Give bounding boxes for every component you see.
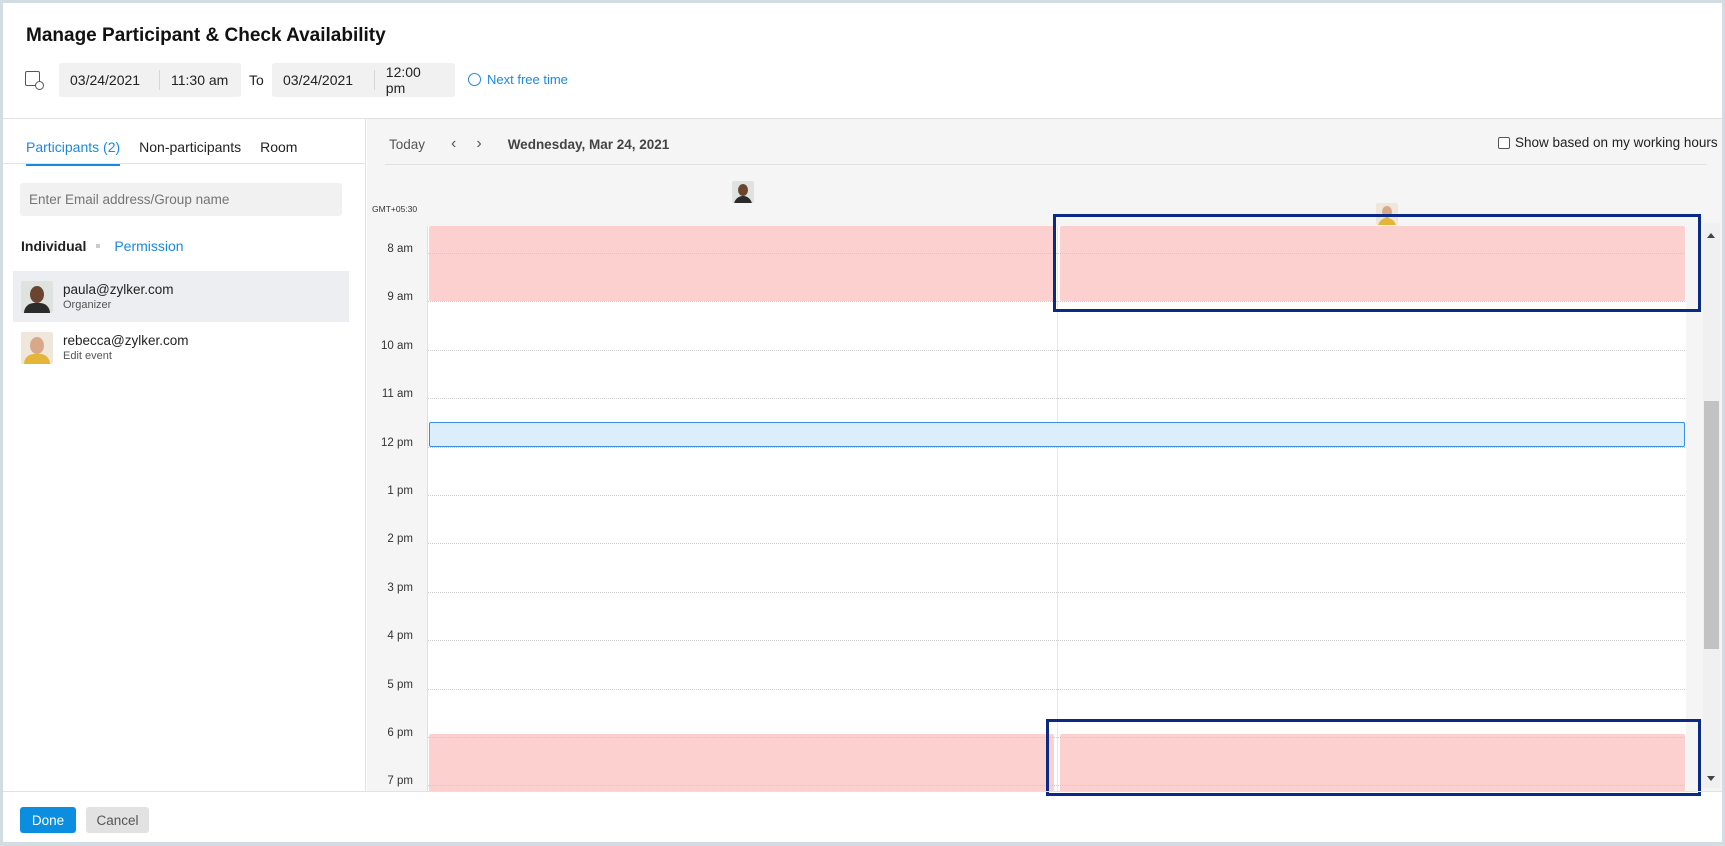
busy-block xyxy=(429,226,1054,301)
separator-dot xyxy=(96,244,101,248)
hour-label: 11 am xyxy=(381,388,413,401)
calendar-toolbar: Today ‹ › Wednesday, Mar 24, 2021 xyxy=(389,135,669,153)
prev-day-icon[interactable]: ‹ xyxy=(451,135,456,153)
hour-label: 7 pm xyxy=(387,775,413,788)
hour-line xyxy=(428,688,1686,690)
view-subtabs: Individual Permission xyxy=(21,238,184,254)
to-label: To xyxy=(249,72,264,88)
divider xyxy=(3,791,1722,792)
hour-label: 6 pm xyxy=(387,727,413,739)
subtab-individual[interactable]: Individual xyxy=(21,238,86,254)
hour-label: 10 am xyxy=(381,339,413,352)
hour-line xyxy=(428,349,1686,351)
highlight-box-morning xyxy=(1053,214,1701,312)
avatar xyxy=(21,280,53,313)
current-event-block[interactable] xyxy=(429,422,1685,447)
end-datetime[interactable]: 03/24/2021 12:00 pm xyxy=(272,63,455,97)
scroll-down-icon[interactable] xyxy=(1707,776,1715,781)
participant-role: Organizer xyxy=(63,299,112,311)
dialog: Manage Participant & Check Availability … xyxy=(3,3,1722,842)
email-search-input[interactable] xyxy=(20,183,342,216)
scroll-up-icon[interactable] xyxy=(1707,233,1715,238)
hour-label: 3 pm xyxy=(387,581,413,594)
hour-line xyxy=(428,640,1686,642)
calendar-clock-icon xyxy=(25,71,44,90)
search-clock-icon xyxy=(468,73,481,86)
hour-line xyxy=(428,591,1686,593)
tab-non-participants[interactable]: Non-participants xyxy=(139,139,241,166)
next-day-icon[interactable]: › xyxy=(476,135,481,153)
hour-label: 5 pm xyxy=(387,678,413,691)
busy-block xyxy=(429,734,1054,791)
start-date[interactable]: 03/24/2021 xyxy=(59,72,159,88)
hour-label: 2 pm xyxy=(387,533,413,546)
tab-participants[interactable]: Participants (2) xyxy=(26,139,121,166)
today-button[interactable]: Today xyxy=(389,137,425,152)
participant-row[interactable]: paula@zylker.com Organizer xyxy=(13,271,349,322)
avatar xyxy=(21,331,53,364)
divider xyxy=(3,163,366,164)
divider xyxy=(385,164,1707,165)
hour-line xyxy=(428,495,1686,496)
next-free-time-label: Next free time xyxy=(487,72,568,87)
participant-tabs: Participants (2) Non-participants Room xyxy=(26,139,297,166)
vertical-scrollbar[interactable] xyxy=(1703,223,1720,788)
timezone-label: GMT+05:30 xyxy=(372,204,418,214)
dialog-title: Manage Participant & Check Availability xyxy=(26,25,386,46)
end-date[interactable]: 03/24/2021 xyxy=(272,72,374,88)
hour-label: 12 pm xyxy=(381,436,413,449)
hour-line xyxy=(428,398,1686,400)
hour-label: 4 pm xyxy=(387,630,413,643)
avatar-paula xyxy=(732,181,754,203)
highlight-box-evening xyxy=(1046,719,1701,796)
tab-room[interactable]: Room xyxy=(260,139,297,166)
participant-email: paula@zylker.com xyxy=(63,282,174,297)
next-free-time-link[interactable]: Next free time xyxy=(468,72,568,87)
hour-label: 9 am xyxy=(387,291,413,304)
hour-label: 1 pm xyxy=(387,485,413,497)
start-time[interactable]: 11:30 am xyxy=(160,72,239,88)
working-hours-toggle[interactable]: Show based on my working hours xyxy=(1498,135,1718,150)
participant-role: Edit event xyxy=(63,350,112,362)
scrollbar-thumb[interactable] xyxy=(1704,401,1719,649)
hour-label: 8 am xyxy=(387,243,413,255)
done-button[interactable]: Done xyxy=(20,807,76,833)
subtab-permission[interactable]: Permission xyxy=(114,238,183,254)
hour-line xyxy=(428,446,1686,448)
working-hours-label: Show based on my working hours xyxy=(1515,135,1718,150)
participant-email: rebecca@zylker.com xyxy=(63,333,189,348)
start-datetime[interactable]: 03/24/2021 11:30 am xyxy=(59,63,241,97)
current-date: Wednesday, Mar 24, 2021 xyxy=(507,136,670,152)
end-time[interactable]: 12:00 pm xyxy=(375,64,455,96)
hour-line xyxy=(428,543,1686,545)
participants-panel: Participants (2) Non-participants Room I… xyxy=(3,119,366,791)
working-hours-checkbox[interactable] xyxy=(1498,136,1510,149)
cancel-button[interactable]: Cancel xyxy=(86,807,149,833)
participant-row[interactable]: rebecca@zylker.com Edit event xyxy=(13,322,349,373)
